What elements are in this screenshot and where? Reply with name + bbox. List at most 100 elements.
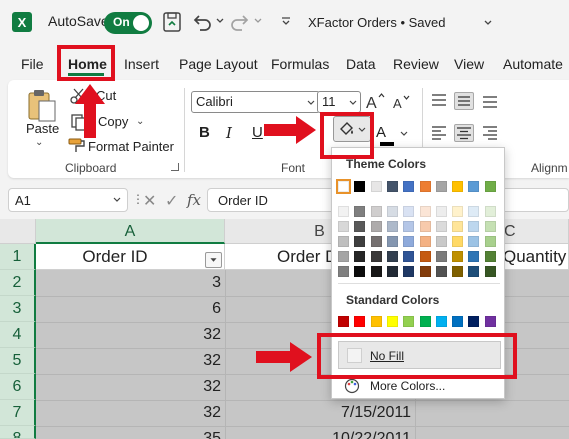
paste-dropdown-icon[interactable]: ⌄ <box>35 137 43 148</box>
copy-dropdown-icon[interactable]: ⌄ <box>136 116 144 127</box>
theme-shade-swatch[interactable] <box>419 266 431 277</box>
paste-button[interactable]: Paste <box>26 121 59 136</box>
cell-a7[interactable]: 32 <box>36 400 221 426</box>
row-header[interactable]: 8 <box>0 426 36 439</box>
tab-review[interactable]: Review <box>393 56 439 72</box>
confirm-entry-icon[interactable]: ✓ <box>165 191 178 211</box>
theme-shade-swatch[interactable] <box>435 251 447 262</box>
standard-color-swatch[interactable] <box>403 316 415 327</box>
row-header[interactable]: 6 <box>0 374 36 400</box>
filter-dropdown-icon[interactable] <box>205 252 222 268</box>
theme-shade-swatch[interactable] <box>354 206 366 217</box>
font-color-button[interactable]: A <box>376 124 386 141</box>
theme-shade-swatch[interactable] <box>370 236 382 247</box>
standard-color-swatch[interactable] <box>338 316 349 327</box>
redo-dropdown-icon[interactable] <box>253 16 263 26</box>
theme-shade-swatch[interactable] <box>338 206 349 217</box>
theme-shade-swatch[interactable] <box>452 236 464 247</box>
row-header[interactable]: 4 <box>0 322 36 348</box>
theme-shade-swatch[interactable] <box>468 251 480 262</box>
theme-shade-swatch[interactable] <box>338 266 349 277</box>
standard-color-swatch[interactable] <box>435 316 447 327</box>
theme-shade-swatch[interactable] <box>484 251 496 262</box>
theme-shade-swatch[interactable] <box>386 266 398 277</box>
cell-b8[interactable]: 10/22/2011 <box>225 426 411 439</box>
theme-shade-swatch[interactable] <box>386 206 398 217</box>
increase-font-size-icon[interactable]: A <box>365 91 385 111</box>
row-header[interactable]: 2 <box>0 270 36 296</box>
theme-shade-swatch[interactable] <box>403 251 415 262</box>
tab-file[interactable]: File <box>21 56 44 72</box>
align-top-icon[interactable] <box>429 92 449 110</box>
align-left-icon[interactable] <box>429 124 449 142</box>
theme-shade-swatch[interactable] <box>370 206 382 217</box>
standard-color-swatch[interactable] <box>484 316 496 327</box>
theme-shade-swatch[interactable] <box>435 206 447 217</box>
title-dropdown-icon[interactable] <box>483 18 493 28</box>
theme-shade-swatch[interactable] <box>452 251 464 262</box>
theme-shade-swatch[interactable] <box>386 236 398 247</box>
row-header[interactable]: 1 <box>0 244 36 270</box>
theme-shade-swatch[interactable] <box>484 266 496 277</box>
theme-shade-swatch[interactable] <box>419 221 431 232</box>
row-header[interactable]: 5 <box>0 348 36 374</box>
theme-shade-swatch[interactable] <box>419 251 431 262</box>
cancel-entry-icon[interactable]: ✕ <box>143 191 156 211</box>
bold-button[interactable]: B <box>199 124 210 141</box>
theme-shade-swatch[interactable] <box>468 236 480 247</box>
theme-shade-swatch[interactable] <box>403 206 415 217</box>
theme-shade-swatch[interactable] <box>419 206 431 217</box>
format-painter-button[interactable]: Format Painter <box>88 139 174 154</box>
cell-a8[interactable]: 35 <box>36 426 221 439</box>
theme-shade-swatch[interactable] <box>354 266 366 277</box>
standard-color-swatch[interactable] <box>386 316 398 327</box>
theme-shade-swatch[interactable] <box>370 266 382 277</box>
theme-color-swatch[interactable] <box>468 181 480 192</box>
save-icon[interactable] <box>163 12 181 32</box>
qat-customize-icon[interactable] <box>280 16 292 26</box>
autosave-toggle[interactable]: On <box>104 12 152 34</box>
chevron-down-icon[interactable] <box>400 130 408 138</box>
theme-shade-swatch[interactable] <box>484 236 496 247</box>
theme-shade-swatch[interactable] <box>452 266 464 277</box>
tab-formulas[interactable]: Formulas <box>271 56 329 72</box>
name-box[interactable]: A1 <box>8 188 128 212</box>
cell-a3[interactable]: 6 <box>36 296 221 322</box>
theme-shade-swatch[interactable] <box>435 221 447 232</box>
theme-shade-swatch[interactable] <box>435 266 447 277</box>
more-colors-option[interactable]: More Colors... <box>370 379 445 393</box>
align-center-button[interactable] <box>454 124 474 142</box>
clipboard-launcher-icon[interactable] <box>171 163 179 171</box>
theme-shade-swatch[interactable] <box>370 221 382 232</box>
theme-color-swatch[interactable] <box>435 181 447 192</box>
theme-color-swatch[interactable] <box>386 181 398 192</box>
chevron-down-icon[interactable] <box>113 197 121 203</box>
theme-color-swatch[interactable] <box>370 181 382 192</box>
theme-shade-swatch[interactable] <box>386 221 398 232</box>
theme-shade-swatch[interactable] <box>370 251 382 262</box>
row-header[interactable]: 7 <box>0 400 36 426</box>
theme-shade-swatch[interactable] <box>338 251 349 262</box>
cell-a2[interactable]: 3 <box>36 270 221 296</box>
undo-dropdown-icon[interactable] <box>215 16 225 26</box>
theme-shade-swatch[interactable] <box>386 251 398 262</box>
standard-color-swatch[interactable] <box>468 316 480 327</box>
theme-shade-swatch[interactable] <box>338 221 349 232</box>
theme-color-swatch[interactable] <box>452 181 464 192</box>
cell-a6[interactable]: 32 <box>36 374 221 400</box>
tab-data[interactable]: Data <box>346 56 376 72</box>
theme-color-swatch[interactable] <box>403 181 415 192</box>
align-bottom-icon[interactable] <box>480 92 500 110</box>
tab-page-layout[interactable]: Page Layout <box>179 56 258 72</box>
redo-icon[interactable] <box>229 11 251 33</box>
tab-view[interactable]: View <box>454 56 484 72</box>
italic-button[interactable]: I <box>226 124 232 142</box>
theme-shade-swatch[interactable] <box>468 221 480 232</box>
theme-color-swatch[interactable] <box>484 181 496 192</box>
theme-color-swatch[interactable] <box>336 179 351 194</box>
theme-shade-swatch[interactable] <box>419 236 431 247</box>
theme-shade-swatch[interactable] <box>354 236 366 247</box>
insert-function-button[interactable]: fx <box>187 191 201 209</box>
align-right-icon[interactable] <box>480 124 500 142</box>
theme-shade-swatch[interactable] <box>354 221 366 232</box>
